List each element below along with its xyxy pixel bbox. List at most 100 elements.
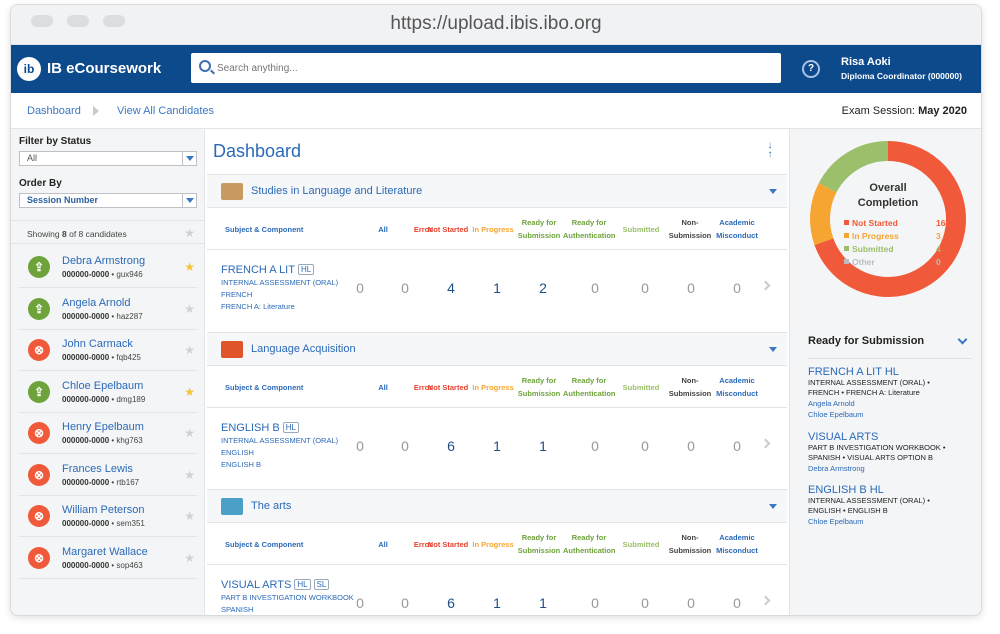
candidate-item[interactable]: ⊗ John Carmack 000000-0000 • fqb425 ★ [19, 330, 197, 371]
status-count[interactable]: 0 [393, 595, 417, 611]
star-icon[interactable]: ★ [184, 227, 195, 239]
candidate-item[interactable]: ⇪ Angela Arnold 000000-0000 • haz287 ★ [19, 289, 197, 330]
subject-name[interactable]: FRENCH A LIT HL [221, 264, 315, 276]
subject-group-header[interactable]: Language Acquisition [207, 331, 787, 366]
breadcrumb-dashboard[interactable]: Dashboard [27, 105, 81, 117]
column-header-ready-auth[interactable]: Ready for Authentication [563, 374, 616, 400]
address-bar[interactable]: https://upload.ibis.ibo.org [11, 13, 981, 35]
status-count[interactable]: 0 [725, 595, 749, 611]
user-info[interactable]: Risa Aoki Diploma Coordinator (000000) [841, 56, 962, 81]
status-count[interactable]: 0 [393, 280, 417, 296]
column-header-ready-auth[interactable]: Ready for Authentication [563, 216, 616, 242]
status-count[interactable]: 0 [679, 595, 703, 611]
subject-group-header[interactable]: Studies in Language and Literature [207, 174, 787, 208]
status-count[interactable]: 0 [679, 280, 703, 296]
chevron-right-icon[interactable] [760, 280, 771, 291]
status-count[interactable]: 2 [531, 280, 555, 296]
order-select[interactable]: Session Number [19, 193, 197, 208]
column-header-ready-submission[interactable]: Ready for Submission [513, 216, 565, 242]
star-icon[interactable]: ★ [184, 344, 195, 356]
status-count[interactable]: 0 [679, 438, 703, 454]
status-count[interactable]: 0 [583, 438, 607, 454]
star-icon[interactable]: ★ [184, 469, 195, 481]
column-header-submitted[interactable]: Submitted [615, 381, 667, 394]
star-icon[interactable]: ★ [184, 552, 195, 564]
candidate-item[interactable]: ⊗ Frances Lewis 000000-0000 • rtb167 ★ [19, 455, 197, 496]
candidate-item[interactable]: ⊗ Margaret Wallace 000000-0000 • sop463 ★ [19, 538, 197, 579]
filter-select[interactable]: All [19, 151, 197, 166]
ready-item-candidate[interactable]: Chloe Epelbaum [808, 516, 974, 527]
subject-name[interactable]: VISUAL ARTS HL SL [221, 579, 330, 591]
column-header-in-progress[interactable]: In Progress [467, 538, 519, 551]
ready-for-submission-header[interactable]: Ready for Submission [808, 334, 972, 359]
column-header-non-submission[interactable]: Non-Submission [664, 531, 716, 557]
column-header-non-submission[interactable]: Non-Submission [664, 374, 716, 400]
status-count[interactable]: 1 [485, 438, 509, 454]
star-icon[interactable]: ★ [184, 261, 195, 273]
column-header-in-progress[interactable]: In Progress [467, 223, 519, 236]
column-header-misconduct[interactable]: Academic Misconduct [711, 374, 763, 400]
status-count[interactable]: 0 [633, 595, 657, 611]
candidate-item[interactable]: ⇪ Debra Armstrong 000000-0000 • gux946 ★ [19, 247, 197, 288]
candidate-item[interactable]: ⊗ Henry Epelbaum 000000-0000 • khg763 ★ [19, 413, 197, 454]
ready-item-candidate[interactable]: Angela Arnold [808, 398, 974, 409]
status-count[interactable]: 0 [633, 280, 657, 296]
column-header-in-progress[interactable]: In Progress [467, 381, 519, 394]
candidate-item[interactable]: ⇪ Chloe Epelbaum 000000-0000 • dmg189 ★ [19, 372, 197, 413]
status-count[interactable]: 0 [393, 438, 417, 454]
column-header-subject[interactable]: Subject & Component [225, 538, 335, 551]
chevron-down-icon[interactable] [769, 189, 777, 194]
chevron-right-icon[interactable] [760, 438, 771, 448]
column-header-subject[interactable]: Subject & Component [225, 223, 335, 236]
subject-row[interactable]: VISUAL ARTS HL SL PART B INVESTIGATION WORK… [207, 565, 787, 615]
sort-icon[interactable]: ↓ ↑ [765, 141, 775, 161]
status-count[interactable]: 0 [348, 595, 372, 611]
ready-item-candidate[interactable]: Debra Armstrong [808, 463, 974, 474]
status-count[interactable]: 0 [725, 280, 749, 296]
column-header-ready-submission[interactable]: Ready for Submission [513, 531, 565, 557]
search-box[interactable] [191, 53, 781, 83]
subject-row[interactable]: ENGLISH B HL INTERNAL ASSESSMENT (ORAL) ENG… [207, 408, 787, 488]
column-header-submitted[interactable]: Submitted [615, 538, 667, 551]
column-header-ready-auth[interactable]: Ready for Authentication [563, 531, 616, 557]
status-count[interactable]: 0 [583, 595, 607, 611]
breadcrumb-view-all-candidates[interactable]: View All Candidates [117, 105, 214, 117]
status-count[interactable]: 6 [439, 595, 463, 611]
ready-item-title[interactable]: VISUAL ARTS [808, 431, 974, 443]
column-header-submitted[interactable]: Submitted [615, 223, 667, 236]
status-count[interactable]: 0 [633, 438, 657, 454]
chevron-right-icon[interactable] [760, 595, 771, 606]
app-title[interactable]: IB eCoursework [47, 60, 161, 77]
status-count[interactable]: 0 [583, 280, 607, 296]
ib-logo-icon[interactable]: ib [17, 57, 41, 81]
column-header-non-submission[interactable]: Non-Submission [664, 216, 716, 242]
help-icon[interactable]: ? [802, 60, 820, 78]
column-header-misconduct[interactable]: Academic Misconduct [711, 531, 763, 557]
ready-item-candidate[interactable]: Chloe Epelbaum [808, 409, 974, 420]
ready-item[interactable]: ENGLISH B HL INTERNAL ASSESSMENT (ORAL) •… [808, 484, 974, 527]
candidate-item[interactable]: ⊗ William Peterson 000000-0000 • sem351 ★ [19, 496, 197, 537]
star-icon[interactable]: ★ [184, 303, 195, 315]
status-count[interactable]: 1 [531, 438, 555, 454]
subject-group-header[interactable]: The arts [207, 489, 787, 523]
subject-name[interactable]: ENGLISH B HL [221, 421, 299, 434]
star-icon[interactable]: ★ [184, 510, 195, 522]
status-count[interactable]: 1 [485, 595, 509, 611]
status-count[interactable]: 0 [725, 438, 749, 454]
status-count[interactable]: 0 [348, 438, 372, 454]
ready-item[interactable]: VISUAL ARTS PART B INVESTIGATION WORKBOOK… [808, 431, 974, 474]
status-count[interactable]: 1 [485, 280, 509, 296]
ready-item[interactable]: FRENCH A LIT HL INTERNAL ASSESSMENT (ORAL… [808, 366, 974, 420]
chevron-down-icon[interactable] [769, 504, 777, 509]
column-header-misconduct[interactable]: Academic Misconduct [711, 216, 763, 242]
search-input[interactable] [217, 53, 767, 83]
ready-item-title[interactable]: FRENCH A LIT HL [808, 366, 974, 378]
star-icon[interactable]: ★ [184, 427, 195, 439]
chevron-down-icon[interactable] [769, 346, 777, 352]
column-header-subject[interactable]: Subject & Component [225, 381, 335, 394]
status-count[interactable]: 0 [348, 280, 372, 296]
status-count[interactable]: 6 [439, 438, 463, 454]
star-icon[interactable]: ★ [184, 386, 195, 398]
column-header-ready-submission[interactable]: Ready for Submission [513, 374, 565, 400]
ready-item-title[interactable]: ENGLISH B HL [808, 484, 974, 496]
